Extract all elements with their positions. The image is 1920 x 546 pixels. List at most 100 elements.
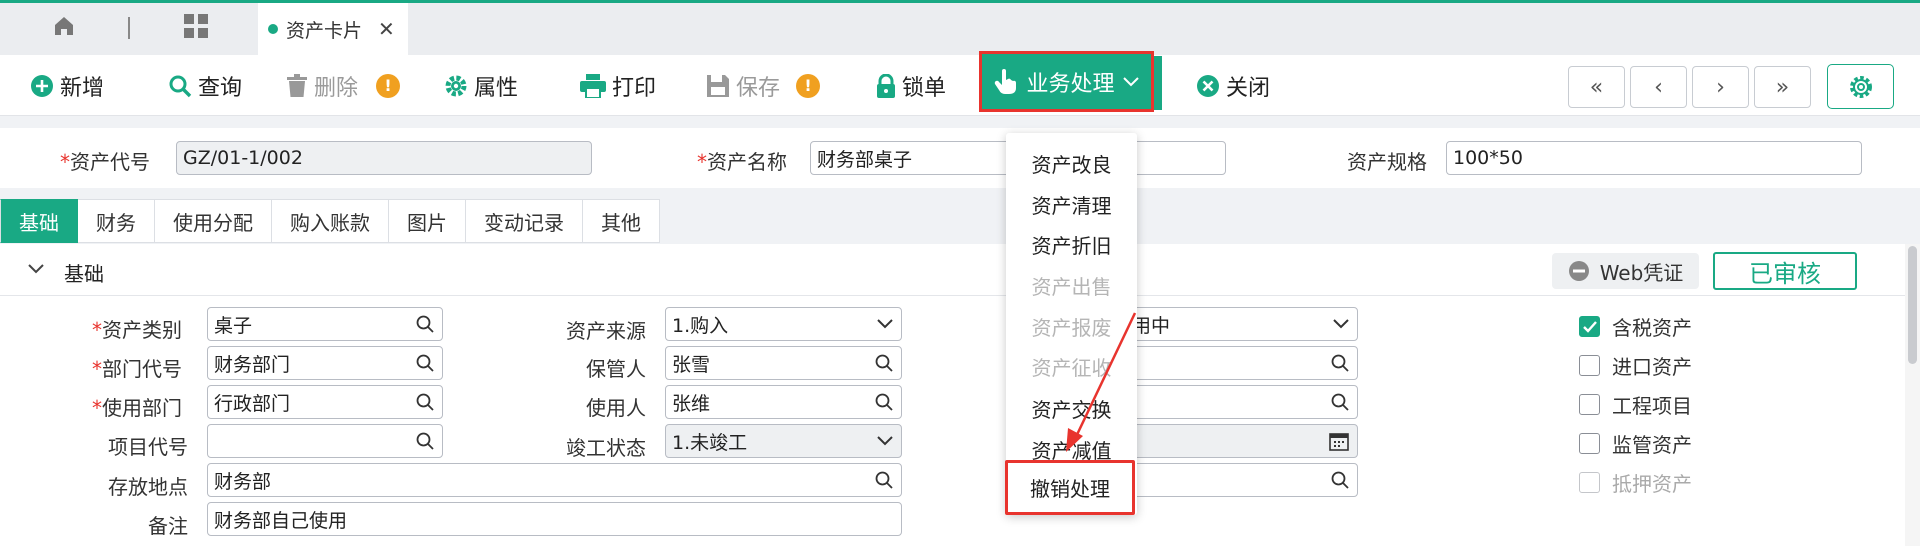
- menu-item-expropriation: 资产征收: [1031, 356, 1112, 380]
- remark-input[interactable]: 财务部自己使用: [207, 502, 902, 536]
- save-button[interactable]: 保存: [706, 55, 780, 116]
- first-record-button[interactable]: «: [1568, 66, 1625, 108]
- user-label: 使用人: [586, 396, 646, 420]
- chevron-down-icon: [1333, 319, 1349, 329]
- usage-status-select[interactable]: .使用中: [1100, 307, 1358, 341]
- collapse-chevron-icon[interactable]: [28, 264, 44, 274]
- tab-finance[interactable]: 财务: [78, 199, 155, 243]
- menu-item-scrap: 资产报废: [1031, 316, 1112, 340]
- settings-button[interactable]: [1827, 64, 1894, 109]
- print-button[interactable]: 打印: [580, 55, 656, 116]
- keeper-label: 保管人: [586, 357, 646, 381]
- tab-change-log[interactable]: 变动记录: [466, 199, 583, 243]
- user-input[interactable]: 张维: [665, 385, 902, 419]
- supervised-asset-checkbox[interactable]: 监管资产: [1579, 429, 1692, 458]
- asset-name-label: *资产名称: [697, 150, 787, 174]
- delete-button[interactable]: 删除: [286, 55, 358, 116]
- next-record-button[interactable]: ›: [1692, 66, 1749, 108]
- search-icon[interactable]: [875, 471, 893, 489]
- tab-separator: [128, 17, 130, 39]
- mortgage-asset-checkbox[interactable]: 抵押资产: [1579, 468, 1692, 497]
- tab-asset-card[interactable]: 资产卡片 ✕: [258, 3, 408, 55]
- menu-item-exchange[interactable]: 资产交换: [1006, 394, 1137, 423]
- search-icon[interactable]: [1331, 471, 1349, 489]
- dept-code-input[interactable]: 财务部门: [207, 346, 443, 380]
- hand-pointer-icon: [995, 68, 1017, 94]
- calendar-icon[interactable]: [1329, 431, 1349, 451]
- keeper-input[interactable]: 张雪: [665, 346, 902, 380]
- search-icon[interactable]: [1331, 393, 1349, 411]
- checkbox-icon: [1579, 433, 1600, 454]
- floppy-icon: [707, 74, 729, 97]
- col3-row3-input[interactable]: [1100, 385, 1358, 419]
- completion-status-select[interactable]: 1.未竣工: [665, 424, 902, 458]
- source-select[interactable]: 1.购入: [665, 307, 902, 341]
- search-icon[interactable]: [416, 354, 434, 372]
- chevron-down-icon: [877, 436, 893, 446]
- category-input[interactable]: 桌子: [207, 307, 443, 341]
- menu-item-improve[interactable]: 资产改良: [1006, 149, 1137, 178]
- attributes-button[interactable]: 属性: [444, 55, 518, 116]
- imported-asset-checkbox[interactable]: 进口资产: [1579, 351, 1692, 380]
- search-icon[interactable]: [875, 393, 893, 411]
- add-button[interactable]: 新增: [30, 55, 104, 116]
- home-icon[interactable]: [44, 0, 84, 52]
- tab-usage-allocation[interactable]: 使用分配: [155, 199, 272, 243]
- vertical-scrollbar[interactable]: [1905, 244, 1920, 546]
- prev-record-button[interactable]: ‹: [1630, 66, 1687, 108]
- close-button[interactable]: 关闭: [1196, 55, 1270, 116]
- scrollbar-thumb[interactable]: [1908, 246, 1917, 364]
- search-icon[interactable]: [416, 393, 434, 411]
- search-icon[interactable]: [1331, 354, 1349, 372]
- tab-images[interactable]: 图片: [389, 199, 466, 243]
- plus-circle-icon: [31, 74, 53, 97]
- business-process-button[interactable]: 业务处理: [979, 51, 1154, 112]
- tab-label: 资产卡片: [286, 19, 363, 42]
- menu-item-sale: 资产出售: [1031, 275, 1112, 299]
- web-voucher-button[interactable]: Web凭证: [1552, 253, 1699, 289]
- close-tab-icon[interactable]: ✕: [378, 17, 395, 41]
- close-circle-icon: [1197, 74, 1219, 97]
- menu-item-depreciation[interactable]: 资产折旧: [1006, 230, 1137, 259]
- tab-purchase-payment[interactable]: 购入账款: [272, 199, 389, 243]
- search-icon[interactable]: [416, 315, 434, 333]
- lock-icon: [877, 73, 895, 98]
- detail-tabs: 基础 财务 使用分配 购入账款 图片 变动记录 其他: [0, 199, 660, 243]
- chevron-down-icon: [877, 319, 893, 329]
- menu-item-cleanup[interactable]: 资产清理: [1006, 190, 1137, 219]
- grid-icon[interactable]: [176, 0, 216, 52]
- printer-icon: [580, 73, 606, 98]
- checkbox-icon: [1579, 472, 1600, 493]
- asset-spec-input[interactable]: 100*50: [1446, 141, 1862, 175]
- date-input[interactable]: [1100, 424, 1358, 458]
- remark-label: 备注: [148, 514, 188, 538]
- source-label: 资产来源: [566, 319, 646, 343]
- menu-item-revoke[interactable]: 撤销处理: [1005, 460, 1135, 515]
- business-process-menu: 资产改良 资产清理 资产折旧 资产出售 资产报废 资产征收 资产交换 资产减值: [1006, 133, 1137, 515]
- col3-row2-input[interactable]: AD: [1100, 346, 1358, 380]
- asset-code-input[interactable]: GZ/01-1/002: [176, 141, 592, 175]
- tab-basic[interactable]: 基础: [0, 199, 78, 243]
- location-input[interactable]: 财务部: [207, 463, 902, 497]
- double-chevron-left-icon: «: [1589, 74, 1604, 100]
- search-icon[interactable]: [875, 354, 893, 372]
- checkbox-checked-icon: [1579, 316, 1600, 337]
- checkbox-icon: [1579, 355, 1600, 376]
- query-button[interactable]: 查询: [168, 55, 242, 116]
- dept-code-label: *部门代号: [92, 357, 182, 381]
- last-record-button[interactable]: »: [1754, 66, 1811, 108]
- search-icon: [169, 75, 192, 97]
- col3-row5-input[interactable]: [1100, 463, 1358, 497]
- trash-icon: [287, 73, 307, 97]
- search-icon[interactable]: [416, 432, 434, 450]
- engineering-project-checkbox[interactable]: 工程项目: [1579, 390, 1692, 419]
- business-button-edge: [1154, 56, 1162, 110]
- tax-included-checkbox[interactable]: 含税资产: [1579, 312, 1692, 341]
- tab-other[interactable]: 其他: [583, 199, 660, 243]
- lock-button[interactable]: 锁单: [876, 55, 946, 116]
- active-dot-icon: [268, 24, 278, 34]
- settings-gear-icon: [1849, 75, 1872, 98]
- audit-status-badge: 已审核: [1713, 252, 1857, 290]
- use-dept-input[interactable]: 行政部门: [207, 385, 443, 419]
- project-code-input[interactable]: [207, 424, 443, 458]
